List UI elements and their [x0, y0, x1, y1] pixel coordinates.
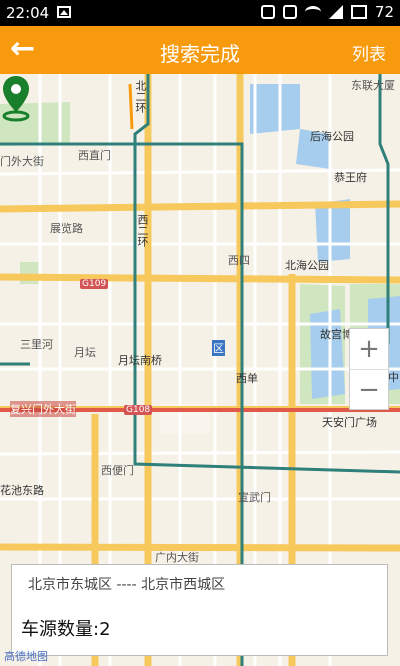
map-label-yuetan: 月坛: [74, 346, 96, 359]
map-label-zhanlanlu: 展览路: [50, 222, 83, 235]
map-label-xibianmen: 西便门: [101, 464, 134, 477]
status-icons: 72: [260, 3, 394, 21]
map-label-zhong: 中: [388, 371, 399, 384]
map-label-fuxingmen: 复兴门外大街: [10, 401, 76, 417]
map-label-houhai: 后海公园: [310, 130, 354, 143]
image-notification-icon: [57, 6, 71, 18]
map-label-dongsidajie: 东联大厦: [351, 79, 395, 92]
hotspot-icon: [282, 5, 297, 19]
map-label-guangnei: 广内大街: [155, 551, 199, 564]
location-pin-icon[interactable]: [0, 74, 32, 122]
zoom-out-button[interactable]: −: [350, 370, 388, 410]
map-label-xizhimenwai: 门外大街: [0, 155, 44, 168]
map-label-xierhuan: 西二环: [136, 214, 149, 247]
map-label-sanlihe: 三里河: [20, 338, 53, 351]
map-label-xuanwumen: 宣武门: [238, 491, 271, 504]
map-label-beierhuan: 北二环: [134, 80, 147, 113]
map-view[interactable]: 东联大厦 北二环 西直门 门外大街 后海公园 恭王府 展览路 西二环 西四 北海…: [0, 74, 400, 666]
map-label-huachi: 花池东路: [0, 484, 44, 497]
signal-icon: [328, 5, 343, 19]
map-logo: 高德地图: [4, 650, 48, 663]
status-time: 22:04: [6, 4, 50, 22]
map-label-gongwangfu: 恭王府: [334, 171, 367, 184]
page-title: 搜索完成: [160, 42, 240, 66]
status-bar: 22:04 72: [0, 0, 400, 26]
map-label-xidan: 西单: [236, 372, 258, 385]
map-label-xizhimen: 西直门: [78, 149, 111, 162]
nfc-icon: [260, 5, 275, 19]
list-button[interactable]: 列表: [352, 40, 386, 65]
map-label-yuetannanqiao: 月坛南桥: [118, 354, 162, 367]
info-card: 北京市东城区 ---- 北京市西城区 车源数量:2: [11, 564, 388, 656]
app-bar: ← 搜索完成 列表: [0, 26, 400, 74]
map-label-qu: 区: [212, 340, 225, 356]
zoom-in-button[interactable]: +: [350, 329, 388, 370]
road-shield-g108: G108: [124, 405, 153, 415]
battery-level: 72: [374, 3, 394, 21]
map-label-beihai: 北海公园: [285, 259, 329, 272]
route-text: 北京市东城区 ---- 北京市西城区: [28, 577, 226, 593]
wifi-icon: [304, 6, 321, 18]
map-label-xisi: 西四: [228, 254, 250, 267]
road-shield-g109: G109: [80, 279, 109, 289]
zoom-control: + −: [349, 328, 389, 410]
vehicle-count: 车源数量:2: [21, 619, 111, 640]
battery-icon: [350, 5, 367, 19]
map-label-tiananmen: 天安门广场: [322, 416, 377, 429]
